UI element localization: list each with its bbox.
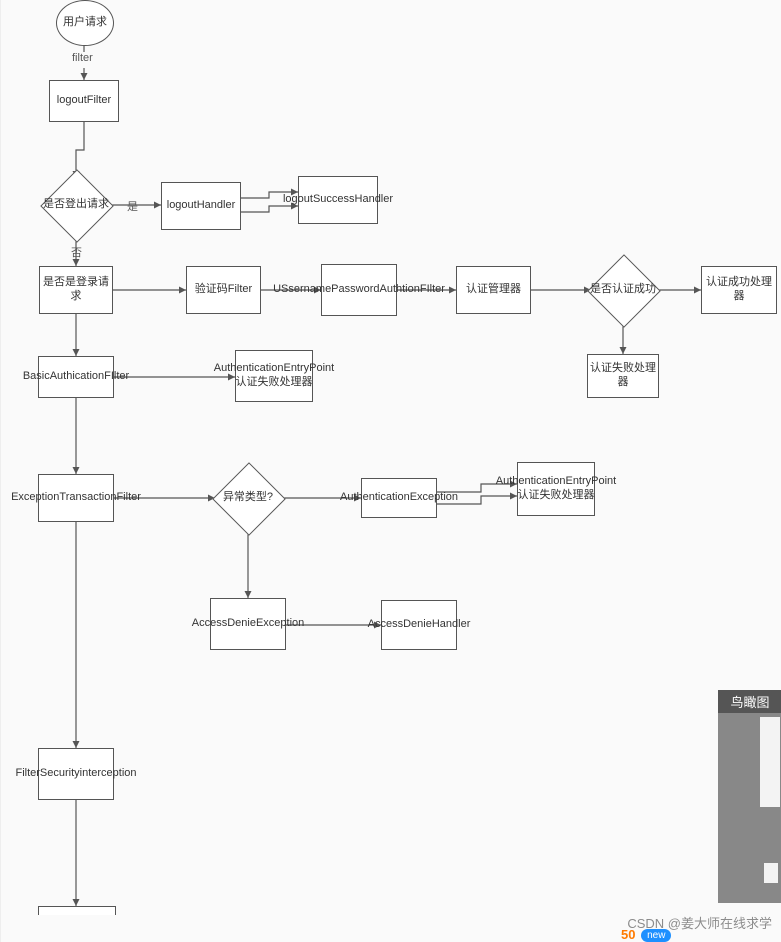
- filter-security-node: FilterSecurityinterception: [38, 748, 114, 800]
- minimap-thumb-2: [764, 863, 778, 883]
- failure-handler-node: 认证失败处理器: [587, 354, 659, 398]
- minimap-thumb-1: [760, 717, 780, 807]
- yes-label-1: 是: [127, 198, 138, 214]
- logout-handler-text: logoutHandler: [167, 199, 236, 213]
- exception-filter-node: ExceptionTransactionFilter: [38, 474, 114, 522]
- success-handler-node: 认证成功处理器: [701, 266, 777, 314]
- access-denied-exception-node: AccessDenieException: [210, 598, 286, 650]
- logout-success-handler-node: logoutSuccessHandler: [298, 176, 378, 224]
- access-denied-handler-node: AccessDenieHandler: [381, 600, 457, 650]
- no-label-1: 否: [71, 244, 82, 260]
- auth-manager-text: 认证管理器: [466, 283, 521, 297]
- exception-filter-text: ExceptionTransactionFilter: [11, 491, 141, 505]
- logout-handler-node: logoutHandler: [161, 182, 241, 230]
- success-handler-text: 认证成功处理器: [704, 276, 774, 304]
- filter-security-text: FilterSecurityinterception: [15, 767, 136, 781]
- auth-ok-text: 是否认证成功: [589, 262, 657, 318]
- username-password-filter-text: USsernamePasswordAuthtionFIlter: [273, 283, 445, 297]
- credit-author: 姜大师在线求学: [681, 916, 772, 931]
- basic-auth-node: BasicAuthicationFIlter: [38, 356, 114, 398]
- access-denied-exception-text: AccessDenieException: [192, 617, 305, 631]
- auth-entry-point-2-node: AuthenticationEntryPoint认证失败处理器: [517, 462, 595, 516]
- partial-cutoff-node: [38, 906, 116, 915]
- captcha-filter-text: 验证码Filter: [195, 283, 252, 297]
- auth-entry-point-1-node: AuthenticationEntryPoint认证失败处理器: [235, 350, 313, 402]
- diagram-canvas: 用户请求 filter logoutFilter 是否登出请求 是 否 logo…: [0, 0, 781, 942]
- basic-auth-text: BasicAuthicationFIlter: [23, 370, 129, 384]
- logout-filter-text: logoutFilter: [57, 94, 111, 108]
- logout-filter-node: logoutFilter: [49, 80, 119, 122]
- auth-manager-node: 认证管理器: [456, 266, 531, 314]
- indicator-number: 50: [621, 927, 635, 942]
- start-text: 用户请求: [63, 16, 107, 29]
- is-logout-text: 是否登出请求: [41, 178, 111, 232]
- new-badge: new: [641, 929, 671, 942]
- arrows-layer: [1, 0, 781, 942]
- minimap-panel[interactable]: 鸟瞰图: [718, 690, 781, 903]
- username-password-filter-node: USsernamePasswordAuthtionFIlter: [321, 264, 397, 316]
- auth-entry-point-1-text: AuthenticationEntryPoint认证失败处理器: [214, 362, 334, 390]
- is-login-node: 是否是登录请求: [39, 266, 113, 314]
- auth-exception-text: AuthenticationException: [340, 491, 458, 505]
- failure-handler-text: 认证失败处理器: [590, 362, 656, 390]
- bottom-indicator: 50 new: [621, 927, 671, 942]
- exc-type-text: 异常类型?: [213, 472, 283, 524]
- logout-success-handler-text: logoutSuccessHandler: [283, 193, 393, 207]
- auth-entry-point-2-text: AuthenticationEntryPoint认证失败处理器: [496, 475, 616, 503]
- is-login-text: 是否是登录请求: [42, 276, 110, 304]
- minimap-body[interactable]: [718, 713, 781, 903]
- start-node: 用户请求: [56, 0, 114, 46]
- access-denied-handler-text: AccessDenieHandler: [368, 618, 471, 632]
- minimap-title: 鸟瞰图: [718, 690, 781, 713]
- auth-exception-node: AuthenticationException: [361, 478, 437, 518]
- filter-label: filter: [72, 52, 93, 64]
- captcha-filter-node: 验证码Filter: [186, 266, 261, 314]
